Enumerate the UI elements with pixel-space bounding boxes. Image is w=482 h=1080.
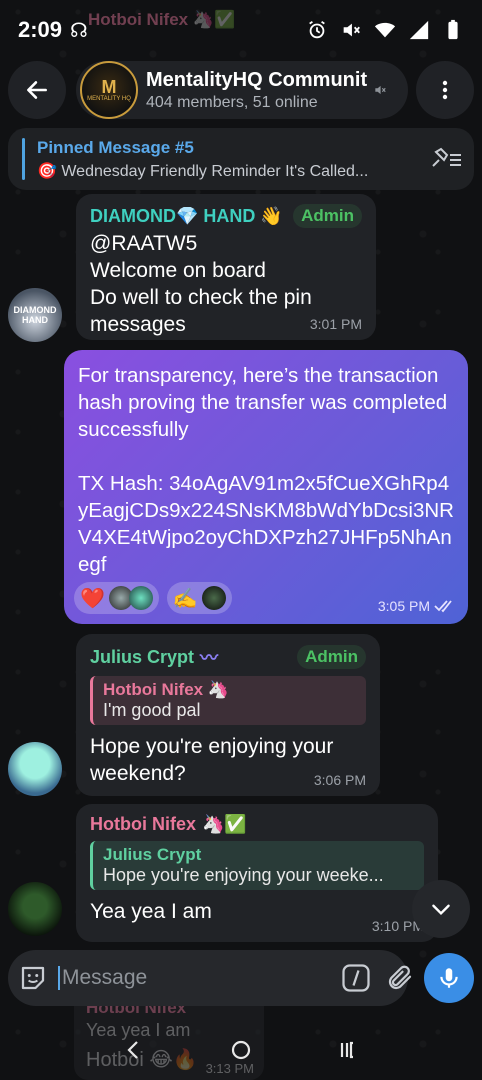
message-input[interactable] — [58, 966, 333, 990]
message-bubble-outgoing[interactable]: For transparency, here’s the transaction… — [64, 350, 468, 624]
group-title: MentalityHQ Communit — [146, 68, 368, 91]
title-text: MentalityHQ Communit 404 members, 51 onl… — [146, 69, 367, 112]
message-bubble-julius-crypt[interactable]: Julius Crypt 〰 Admin Hotboi Nifex 🦄 I'm … — [76, 634, 380, 796]
emoji-button[interactable] — [18, 960, 48, 996]
arrow-left-icon — [27, 81, 47, 99]
wifi-icon — [374, 22, 396, 38]
slash-command-icon — [342, 964, 370, 992]
avatar-julius-crypt[interactable] — [8, 742, 62, 796]
nav-home-icon[interactable] — [229, 1038, 253, 1062]
status-bar: 2:09 ☊ — [0, 0, 482, 60]
reactor-avatar — [128, 586, 153, 610]
reply-sender: Hotboi Nifex 🦄 — [103, 680, 356, 700]
message-status: 3:05 PM — [378, 598, 456, 614]
avatar-logo-letter: M — [101, 77, 117, 97]
pinned-indicator — [22, 138, 25, 180]
message-bubble-hotboi-nifex[interactable]: Hotboi Nifex 🦄✅ Julius Crypt Hope you're… — [76, 804, 438, 942]
system-nav-bar — [0, 1020, 482, 1080]
group-avatar[interactable]: M MENTALITY HQ — [80, 61, 138, 119]
bot-commands-button[interactable] — [341, 961, 371, 995]
reaction-writing-hand[interactable]: ✍️ — [166, 582, 232, 614]
sender-name: DIAMOND💎 HAND 👋 — [90, 205, 283, 226]
pinned-title: Pinned Message #5 — [37, 137, 194, 157]
sender-emoji: 〰 — [200, 648, 219, 668]
message-time: 3:01 PM — [309, 316, 362, 332]
message-time: 3:05 PM — [377, 598, 430, 614]
sender-name: Hotboi Nifex — [90, 814, 196, 834]
pinned-preview: 🎯 Wednesday Friendly Reminder It's Calle… — [37, 162, 369, 180]
muted-icon — [375, 85, 386, 95]
alarm-icon — [309, 20, 325, 39]
message-sender: Julius Crypt 〰 Admin — [90, 644, 366, 670]
avatar-diamond-hand[interactable]: DIAMOND HAND — [8, 288, 62, 342]
voice-message-button[interactable] — [424, 953, 474, 1003]
battery-icon — [448, 19, 458, 40]
nav-back-icon[interactable] — [122, 1038, 146, 1062]
reply-sender-name: Hotboi Nifex — [103, 680, 204, 699]
message-text: For transparency, here’s the transaction… — [78, 364, 454, 576]
reply-sender-emoji: 🦄 — [207, 680, 230, 699]
avatar-logo-caption: MENTALITY HQ — [87, 96, 131, 102]
more-options-button[interactable] — [416, 61, 474, 119]
signal-icon — [409, 20, 429, 40]
group-subtitle: 404 members, 51 online — [146, 93, 318, 111]
status-time: 2:09 — [18, 17, 63, 42]
admin-badge: Admin — [293, 204, 362, 228]
mute-icon — [343, 23, 360, 37]
status-icons — [306, 19, 464, 41]
reactions-row: ❤️ ✍️ — [74, 582, 232, 614]
admin-badge: Admin — [297, 645, 366, 669]
input-pill — [8, 950, 412, 1006]
avatar-label: DIAMOND HAND — [13, 305, 57, 325]
reply-text: I'm good pal — [103, 700, 201, 720]
chat-title-area[interactable]: M MENTALITY HQ MentalityHQ Communit 404 … — [76, 61, 408, 119]
more-vertical-icon — [442, 80, 448, 100]
back-button[interactable] — [8, 61, 66, 119]
sender-emoji: 🦄✅ — [202, 814, 247, 834]
reply-sender: Julius Crypt — [103, 845, 202, 864]
pinned-message-bar[interactable]: Pinned Message #5 🎯 Wednesday Friendly R… — [8, 128, 474, 190]
reply-text: Hope you're enjoying your weeke... — [103, 865, 384, 885]
sticker-icon — [21, 966, 45, 990]
pinned-texts: Pinned Message #5 🎯 Wednesday Friendly R… — [37, 138, 422, 181]
message-time: 3:06 PM — [313, 772, 366, 788]
reply-preview[interactable]: Hotboi Nifex 🦄 I'm good pal — [90, 676, 366, 725]
sender-name: Julius Crypt — [90, 646, 195, 667]
message-sender: DIAMOND💎 HAND 👋 Admin — [90, 204, 362, 228]
notification-app-icon: ☊ — [70, 19, 88, 42]
message-composer — [8, 950, 474, 1006]
reply-preview[interactable]: Julius Crypt Hope you're enjoying your w… — [90, 841, 424, 890]
scroll-to-bottom-button[interactable] — [412, 880, 470, 938]
nav-recents-icon[interactable] — [336, 1038, 360, 1062]
chevron-down-icon — [432, 904, 450, 916]
message-sender: Hotboi Nifex 🦄✅ — [90, 814, 424, 835]
reaction-emoji: ❤️ — [80, 587, 105, 610]
reaction-heart[interactable]: ❤️ — [74, 582, 159, 614]
paperclip-icon — [388, 965, 412, 990]
reaction-emoji: ✍️ — [172, 587, 198, 610]
attach-button[interactable] — [385, 960, 415, 996]
double-check-icon — [434, 600, 452, 613]
reactor-avatar — [201, 586, 226, 610]
chat-header: M MENTALITY HQ MentalityHQ Communit 404 … — [8, 60, 474, 120]
pinned-list-icon[interactable] — [430, 146, 464, 172]
message-bubble-diamond-hand[interactable]: DIAMOND💎 HAND 👋 Admin @RAATW5 Welcome on… — [76, 194, 376, 340]
avatar-hotboi-nifex[interactable] — [8, 882, 62, 936]
microphone-icon — [440, 968, 458, 988]
